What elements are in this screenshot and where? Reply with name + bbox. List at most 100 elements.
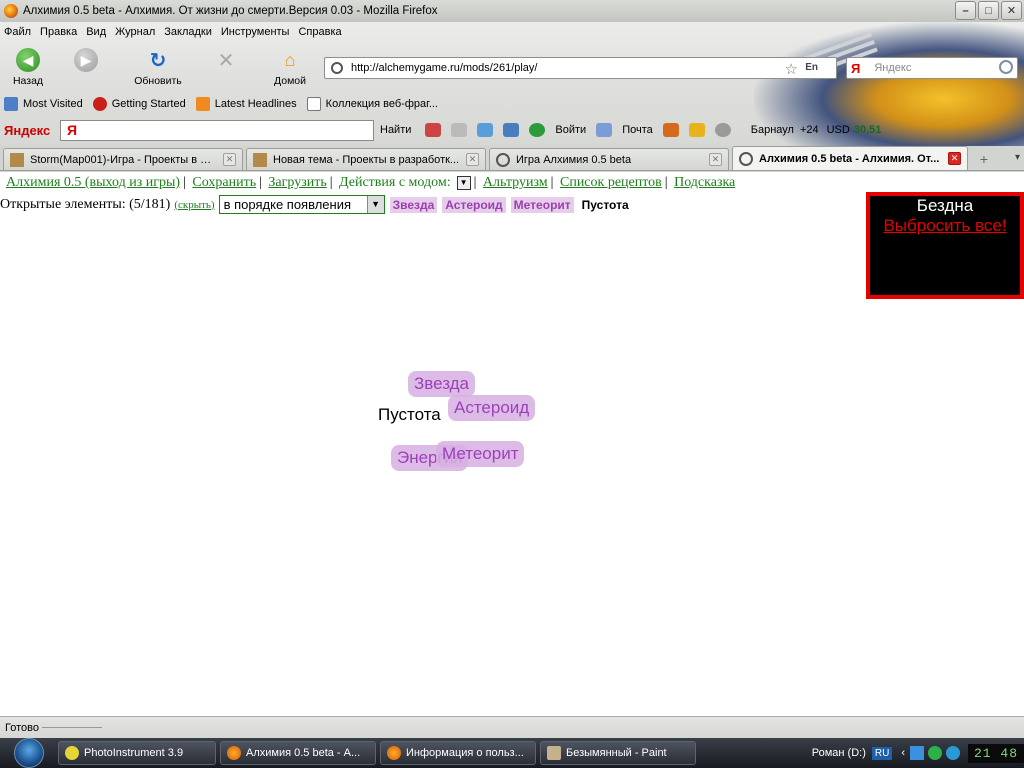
tab-close-icon[interactable]: ✕ xyxy=(948,152,961,165)
tab-alchemy-game[interactable]: Игра Алхимия 0.5 beta ✕ xyxy=(489,148,729,170)
chevron-down-icon: ▼ xyxy=(366,196,384,213)
bookmark-getting-started[interactable]: Getting Started xyxy=(92,97,186,111)
drive-label[interactable]: Роман (D:) xyxy=(812,747,866,759)
exit-game-link[interactable]: Алхимия 0.5 (выход из игры) xyxy=(6,175,180,190)
reload-icon: ↻ xyxy=(149,49,167,72)
open-elements-row: Открытые элементы: (5/181) (скрыть) в по… xyxy=(0,195,632,214)
maximize-button[interactable]: □ xyxy=(978,1,999,20)
rss-icon xyxy=(195,97,210,111)
tab-list-chevron-icon[interactable]: ▾ xyxy=(1015,152,1020,163)
menu-help[interactable]: Справка xyxy=(298,26,341,38)
load-link[interactable]: Загрузить xyxy=(268,175,326,190)
page-icon xyxy=(306,97,321,111)
spellcheck-icon[interactable] xyxy=(477,123,494,137)
hint-link[interactable]: Подсказка xyxy=(674,175,735,190)
menu-file[interactable]: Файл xyxy=(4,26,31,38)
search-icon[interactable] xyxy=(999,60,1013,74)
yandex-search-icon[interactable]: Я xyxy=(851,61,860,76)
element-chip-meteorite[interactable]: Метеорит xyxy=(510,196,574,213)
start-button[interactable] xyxy=(0,738,58,768)
new-tab-button[interactable]: + xyxy=(973,148,995,170)
photoinstrument-icon xyxy=(65,746,79,760)
altruism-link[interactable]: Альтруизм xyxy=(483,175,548,190)
clock[interactable]: 21 48 xyxy=(967,743,1024,763)
open-elements-label: Открытые элементы: (5/181) xyxy=(0,196,171,212)
recipes-link[interactable]: Список рецептов xyxy=(560,175,662,190)
mod-actions-dropdown[interactable]: ▼ xyxy=(456,175,471,190)
back-arrow-icon: ◀ xyxy=(16,48,40,72)
weather-city[interactable]: Барнаул xyxy=(751,124,794,136)
sync-icon[interactable] xyxy=(945,746,960,760)
firefox-icon xyxy=(4,4,18,18)
menu-edit[interactable]: Правка xyxy=(40,26,77,38)
sort-select[interactable]: в порядке появления ▼ xyxy=(218,195,385,214)
yandex-logo[interactable]: Яндекс xyxy=(4,123,60,138)
menu-tools[interactable]: Инструменты xyxy=(221,26,290,38)
element-chip-asteroid[interactable]: Астероид xyxy=(442,196,506,213)
board-element-void[interactable]: Пустота xyxy=(372,402,447,428)
bookmarks-icon[interactable] xyxy=(662,123,679,137)
translate-icon[interactable] xyxy=(503,123,520,137)
tab-new-topic[interactable]: Новая тема - Проекты в разработк... ✕ xyxy=(246,148,486,170)
yandex-search-input[interactable]: Я xyxy=(60,119,374,141)
star-icon[interactable] xyxy=(688,123,705,137)
taskbar-item-photoinstrument[interactable]: PhotoInstrument 3.9 xyxy=(58,741,216,765)
castle-favicon-icon xyxy=(253,152,267,167)
bookmark-most-visited[interactable]: Most Visited xyxy=(4,97,83,111)
network-icon[interactable] xyxy=(909,746,924,760)
bookmark-latest-headlines[interactable]: Latest Headlines xyxy=(195,97,297,111)
window-titlebar: Алхимия 0.5 beta - Алхимия. От жизни до … xyxy=(0,0,1024,22)
game-nav: Алхимия 0.5 (выход из игры) | Сохранить | … xyxy=(6,175,736,190)
settings-gear-icon[interactable] xyxy=(714,123,731,137)
tab-close-icon[interactable]: ✕ xyxy=(466,153,479,166)
save-link[interactable]: Сохранить xyxy=(192,175,256,190)
tab-close-icon[interactable]: ✕ xyxy=(223,153,236,166)
taskbar-item-user-info[interactable]: Информация о польз... xyxy=(380,741,536,765)
highlighter-icon[interactable] xyxy=(425,123,442,137)
element-chip-void[interactable]: Пустота xyxy=(579,197,632,213)
home-button[interactable]: ⌂ Домой xyxy=(262,48,318,88)
abyss-panel[interactable]: Бездна Выбросить все! xyxy=(866,192,1024,299)
yandex-mail-button[interactable]: Почта xyxy=(622,124,653,136)
reload-button[interactable]: ↻ Обновить xyxy=(130,48,186,88)
language-badge[interactable]: En xyxy=(805,62,818,73)
comment-icon[interactable] xyxy=(451,123,468,137)
hide-link[interactable]: (скрыть) xyxy=(174,199,214,211)
search-box[interactable]: Я Яндекс xyxy=(846,57,1018,79)
back-button[interactable]: ◀ Назад xyxy=(0,48,56,87)
stop-button[interactable]: ✕ xyxy=(198,48,254,72)
tray-expand-icon[interactable]: ‹ xyxy=(901,747,905,759)
board-element-meteorite[interactable]: Метеорит xyxy=(436,441,525,467)
taskbar-item-alchemy[interactable]: Алхимия 0.5 beta - А... xyxy=(220,741,376,765)
tab-strip: Storm(Map001)-Игра - Проекты в ра... ✕ Н… xyxy=(0,146,1024,171)
menu-history[interactable]: Журнал xyxy=(115,26,155,38)
most-visited-icon xyxy=(4,97,18,111)
bookmark-star-icon[interactable]: ☆ xyxy=(785,60,798,78)
firefox-icon xyxy=(387,746,401,760)
address-text: http://alchemygame.ru/mods/261/play/ xyxy=(351,62,538,74)
tab-alchemy-active[interactable]: Алхимия 0.5 beta - Алхимия. От... ✕ xyxy=(732,146,968,170)
castle-favicon-icon xyxy=(10,152,24,167)
status-icon[interactable] xyxy=(927,746,942,760)
language-indicator[interactable]: RU xyxy=(871,746,893,760)
firefox-icon xyxy=(227,746,241,760)
forward-button[interactable]: ▶ xyxy=(58,48,114,72)
tab-close-icon[interactable]: ✕ xyxy=(709,153,722,166)
board-element-star[interactable]: Звезда xyxy=(408,371,475,397)
yandex-find-button[interactable]: Найти xyxy=(380,124,411,136)
getting-started-icon xyxy=(92,97,107,111)
menu-bookmarks[interactable]: Закладки xyxy=(164,26,212,38)
discard-all-link[interactable]: Выбросить все! xyxy=(870,216,1020,236)
menu-view[interactable]: Вид xyxy=(86,26,106,38)
minimize-button[interactable]: – xyxy=(955,1,976,20)
mod-actions-label: Действия с модом: xyxy=(339,175,451,190)
yandex-login-button[interactable]: Войти xyxy=(555,124,586,136)
address-bar[interactable]: http://alchemygame.ru/mods/261/play/ ☆ E… xyxy=(324,57,837,79)
tab-storm[interactable]: Storm(Map001)-Игра - Проекты в ра... ✕ xyxy=(3,148,243,170)
yandex-ya-icon: Я xyxy=(67,122,78,138)
board-element-asteroid[interactable]: Астероид xyxy=(448,395,536,421)
element-chip-star[interactable]: Звезда xyxy=(389,196,438,213)
close-window-button[interactable]: ✕ xyxy=(1001,1,1022,20)
taskbar-item-paint[interactable]: Безымянный - Paint xyxy=(540,741,696,765)
bookmark-web-slices[interactable]: Коллекция веб-фраг... xyxy=(306,97,438,111)
